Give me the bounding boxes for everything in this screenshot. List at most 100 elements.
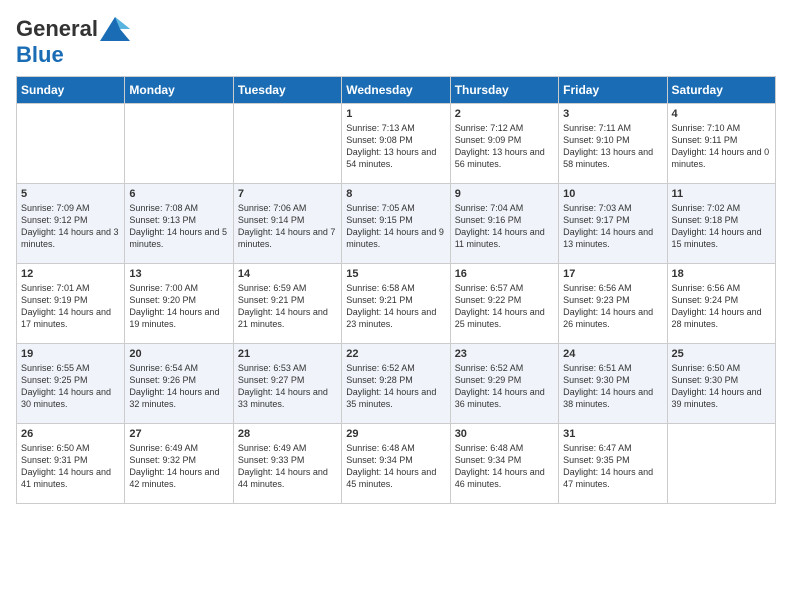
day-number: 22 bbox=[346, 348, 445, 360]
day-cell: 5 Sunrise: 7:09 AMSunset: 9:12 PMDaylight… bbox=[17, 184, 125, 264]
day-number: 1 bbox=[346, 108, 445, 120]
day-cell: 3Sunrise: 7:11 AMSunset: 9:10 PMDaylight… bbox=[559, 104, 667, 184]
day-info: Sunrise: 6:57 AMSunset: 9:22 PMDaylight:… bbox=[455, 282, 554, 331]
logo-text-general: General bbox=[16, 16, 98, 42]
week-row-5: 26 Sunrise: 6:50 AMSunset: 9:31 PMDayligh… bbox=[17, 424, 776, 504]
day-number: 17 bbox=[563, 268, 662, 280]
day-cell: 18Sunrise: 6:56 AMSunset: 9:24 PMDayligh… bbox=[667, 264, 775, 344]
day-info: Sunrise: 7:05 AMSunset: 9:15 PMDaylight:… bbox=[346, 202, 445, 251]
day-number: 14 bbox=[238, 268, 337, 280]
day-number: 2 bbox=[455, 108, 554, 120]
day-number: 24 bbox=[563, 348, 662, 360]
day-number: 26 bbox=[21, 428, 120, 440]
day-info: Sunrise: 6:53 AMSunset: 9:27 PMDaylight:… bbox=[238, 362, 337, 411]
day-cell: 6Sunrise: 7:08 AMSunset: 9:13 PMDaylight… bbox=[125, 184, 233, 264]
col-header-tuesday: Tuesday bbox=[233, 77, 341, 104]
day-number: 31 bbox=[563, 428, 662, 440]
day-cell: 21 Sunrise: 6:53 AMSunset: 9:27 PMDayligh… bbox=[233, 344, 341, 424]
col-header-thursday: Thursday bbox=[450, 77, 558, 104]
day-cell: 13 Sunrise: 7:00 AMSunset: 9:20 PMDayligh… bbox=[125, 264, 233, 344]
day-info: Sunrise: 7:11 AMSunset: 9:10 PMDaylight:… bbox=[563, 122, 662, 171]
day-cell: 1 Sunrise: 7:13 AMSunset: 9:08 PMDaylight… bbox=[342, 104, 450, 184]
day-info: Sunrise: 7:03 AMSunset: 9:17 PMDaylight:… bbox=[563, 202, 662, 251]
day-cell: 31 Sunrise: 6:47 AMSunset: 9:35 PMDayligh… bbox=[559, 424, 667, 504]
day-number: 11 bbox=[672, 188, 771, 200]
day-cell: 30 Sunrise: 6:48 AMSunset: 9:34 PMDayligh… bbox=[450, 424, 558, 504]
day-cell: 17 Sunrise: 6:56 AMSunset: 9:23 PMDayligh… bbox=[559, 264, 667, 344]
day-info: Sunrise: 6:47 AMSunset: 9:35 PMDaylight:… bbox=[563, 442, 662, 491]
day-number: 29 bbox=[346, 428, 445, 440]
header: General Blue bbox=[16, 16, 776, 68]
week-row-4: 19 Sunrise: 6:55 AMSunset: 9:25 PMDayligh… bbox=[17, 344, 776, 424]
day-info: Sunrise: 6:48 AMSunset: 9:34 PMDaylight:… bbox=[346, 442, 445, 491]
logo: General Blue bbox=[16, 16, 130, 68]
day-cell: 7 Sunrise: 7:06 AMSunset: 9:14 PMDaylight… bbox=[233, 184, 341, 264]
day-cell: 11 Sunrise: 7:02 AMSunset: 9:18 PMDayligh… bbox=[667, 184, 775, 264]
day-info: Sunrise: 7:06 AMSunset: 9:14 PMDaylight:… bbox=[238, 202, 337, 251]
day-number: 18 bbox=[672, 268, 771, 280]
day-number: 13 bbox=[129, 268, 228, 280]
day-cell: 2Sunrise: 7:12 AMSunset: 9:09 PMDaylight… bbox=[450, 104, 558, 184]
day-info: Sunrise: 7:08 AMSunset: 9:13 PMDaylight:… bbox=[129, 202, 228, 251]
day-number: 16 bbox=[455, 268, 554, 280]
day-info: Sunrise: 6:50 AMSunset: 9:31 PMDaylight:… bbox=[21, 442, 120, 491]
day-number: 4 bbox=[672, 108, 771, 120]
day-number: 28 bbox=[238, 428, 337, 440]
day-number: 7 bbox=[238, 188, 337, 200]
day-number: 8 bbox=[346, 188, 445, 200]
day-number: 27 bbox=[129, 428, 228, 440]
day-cell: 28 Sunrise: 6:49 AMSunset: 9:33 PMDayligh… bbox=[233, 424, 341, 504]
day-number: 20 bbox=[129, 348, 228, 360]
day-cell: 16 Sunrise: 6:57 AMSunset: 9:22 PMDayligh… bbox=[450, 264, 558, 344]
day-info: Sunrise: 7:09 AMSunset: 9:12 PMDaylight:… bbox=[21, 202, 120, 251]
day-info: Sunrise: 7:04 AMSunset: 9:16 PMDaylight:… bbox=[455, 202, 554, 251]
day-number: 5 bbox=[21, 188, 120, 200]
col-header-saturday: Saturday bbox=[667, 77, 775, 104]
day-info: Sunrise: 6:59 AMSunset: 9:21 PMDaylight:… bbox=[238, 282, 337, 331]
day-cell: 26 Sunrise: 6:50 AMSunset: 9:31 PMDayligh… bbox=[17, 424, 125, 504]
day-number: 21 bbox=[238, 348, 337, 360]
day-cell: 10Sunrise: 7:03 AMSunset: 9:17 PMDayligh… bbox=[559, 184, 667, 264]
day-number: 15 bbox=[346, 268, 445, 280]
day-info: Sunrise: 6:58 AMSunset: 9:21 PMDaylight:… bbox=[346, 282, 445, 331]
day-number: 23 bbox=[455, 348, 554, 360]
day-cell: 15 Sunrise: 6:58 AMSunset: 9:21 PMDayligh… bbox=[342, 264, 450, 344]
day-info: Sunrise: 6:48 AMSunset: 9:34 PMDaylight:… bbox=[455, 442, 554, 491]
logo-bird-icon bbox=[100, 17, 130, 41]
day-cell bbox=[667, 424, 775, 504]
col-header-friday: Friday bbox=[559, 77, 667, 104]
day-info: Sunrise: 6:52 AMSunset: 9:29 PMDaylight:… bbox=[455, 362, 554, 411]
day-info: Sunrise: 6:54 AMSunset: 9:26 PMDaylight:… bbox=[129, 362, 228, 411]
day-info: Sunrise: 6:52 AMSunset: 9:28 PMDaylight:… bbox=[346, 362, 445, 411]
day-info: Sunrise: 6:51 AMSunset: 9:30 PMDaylight:… bbox=[563, 362, 662, 411]
day-cell: 29 Sunrise: 6:48 AMSunset: 9:34 PMDayligh… bbox=[342, 424, 450, 504]
day-cell: 27 Sunrise: 6:49 AMSunset: 9:32 PMDayligh… bbox=[125, 424, 233, 504]
day-cell: 4 Sunrise: 7:10 AMSunset: 9:11 PMDaylight… bbox=[667, 104, 775, 184]
day-number: 19 bbox=[21, 348, 120, 360]
day-cell: 22 Sunrise: 6:52 AMSunset: 9:28 PMDayligh… bbox=[342, 344, 450, 424]
day-info: Sunrise: 6:55 AMSunset: 9:25 PMDaylight:… bbox=[21, 362, 120, 411]
day-cell: 9 Sunrise: 7:04 AMSunset: 9:16 PMDaylight… bbox=[450, 184, 558, 264]
week-row-1: 1 Sunrise: 7:13 AMSunset: 9:08 PMDaylight… bbox=[17, 104, 776, 184]
day-info: Sunrise: 7:01 AMSunset: 9:19 PMDaylight:… bbox=[21, 282, 120, 331]
header-row: SundayMondayTuesdayWednesdayThursdayFrid… bbox=[17, 77, 776, 104]
day-number: 12 bbox=[21, 268, 120, 280]
day-info: Sunrise: 6:49 AMSunset: 9:33 PMDaylight:… bbox=[238, 442, 337, 491]
day-info: Sunrise: 7:10 AMSunset: 9:11 PMDaylight:… bbox=[672, 122, 771, 171]
day-info: Sunrise: 7:00 AMSunset: 9:20 PMDaylight:… bbox=[129, 282, 228, 331]
day-cell bbox=[17, 104, 125, 184]
day-cell: 23 Sunrise: 6:52 AMSunset: 9:29 PMDayligh… bbox=[450, 344, 558, 424]
day-info: Sunrise: 7:02 AMSunset: 9:18 PMDaylight:… bbox=[672, 202, 771, 251]
day-info: Sunrise: 6:49 AMSunset: 9:32 PMDaylight:… bbox=[129, 442, 228, 491]
week-row-3: 12 Sunrise: 7:01 AMSunset: 9:19 PMDayligh… bbox=[17, 264, 776, 344]
day-cell bbox=[125, 104, 233, 184]
calendar-table: SundayMondayTuesdayWednesdayThursdayFrid… bbox=[16, 76, 776, 504]
day-info: Sunrise: 6:56 AMSunset: 9:23 PMDaylight:… bbox=[563, 282, 662, 331]
day-cell: 20 Sunrise: 6:54 AMSunset: 9:26 PMDayligh… bbox=[125, 344, 233, 424]
day-number: 30 bbox=[455, 428, 554, 440]
day-info: Sunrise: 7:13 AMSunset: 9:08 PMDaylight:… bbox=[346, 122, 445, 171]
day-cell: 24 Sunrise: 6:51 AMSunset: 9:30 PMDayligh… bbox=[559, 344, 667, 424]
day-cell bbox=[233, 104, 341, 184]
day-number: 9 bbox=[455, 188, 554, 200]
day-cell: 8 Sunrise: 7:05 AMSunset: 9:15 PMDaylight… bbox=[342, 184, 450, 264]
